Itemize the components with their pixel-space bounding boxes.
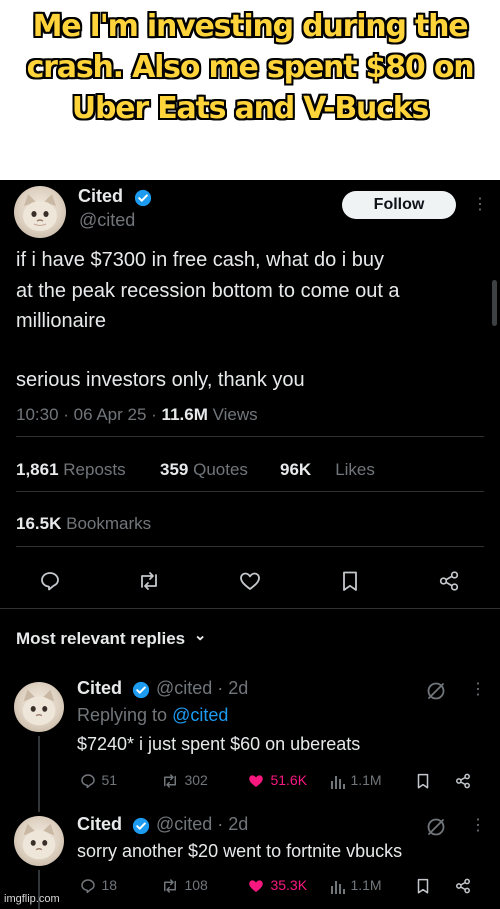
divider — [16, 436, 484, 437]
views-count: 11.6M — [161, 405, 208, 424]
reply-author[interactable]: Cited — [77, 814, 122, 835]
replying-to-label: Replying to — [77, 705, 173, 725]
views-count-button[interactable]: 1.1M — [330, 772, 382, 790]
grok-icon[interactable] — [425, 680, 447, 702]
more-options-icon[interactable]: ⋮ — [470, 682, 486, 698]
more-options-icon[interactable]: ⋮ — [472, 197, 488, 213]
verified-badge-icon — [132, 681, 150, 704]
author-avatar[interactable] — [14, 186, 66, 238]
divider — [0, 608, 500, 609]
views-count: 1.1M — [350, 772, 382, 789]
likes-label: Likes — [335, 460, 375, 479]
post-text-line-3: millionaire — [16, 310, 107, 332]
bookmark-icon[interactable] — [414, 772, 432, 790]
repost-count: 108 — [184, 877, 208, 894]
imgflip-watermark: imgflip.com — [4, 893, 60, 905]
bookmark-icon[interactable] — [414, 877, 432, 895]
post-text-line-1: if i have $7300 in free cash, what do i … — [16, 249, 385, 271]
tweet-screenshot: Cited @cited Follow ⋮ if i have $7300 in… — [0, 180, 500, 909]
reply-text: sorry another $20 went to fortnite vbuck… — [77, 841, 403, 861]
bookmarks-label: Bookmarks — [66, 514, 152, 533]
repost-count: 302 — [184, 772, 208, 789]
repost-count-button[interactable]: 302 — [160, 772, 208, 790]
follow-button[interactable]: Follow — [342, 191, 456, 219]
quotes-label: Quotes — [193, 460, 248, 479]
verified-badge-icon — [134, 189, 152, 212]
reply-icon[interactable] — [38, 569, 62, 593]
verified-badge-icon — [132, 817, 150, 840]
reposts-stat[interactable]: 1,861 Reposts — [16, 460, 126, 480]
chevron-down-icon: ⌄ — [193, 627, 207, 644]
quotes-count: 359 — [160, 460, 189, 479]
reply-avatar[interactable] — [14, 816, 64, 866]
reply-avatar[interactable] — [14, 682, 64, 732]
reply-count-button[interactable]: 18 — [79, 877, 117, 895]
views-label: Views — [207, 405, 258, 424]
divider — [16, 546, 484, 547]
share-icon[interactable] — [437, 569, 461, 593]
views-count-button[interactable]: 1.1M — [330, 877, 382, 895]
like-count: 51.6K — [270, 772, 308, 789]
replying-to-handle[interactable]: @cited — [172, 705, 228, 725]
author-name[interactable]: Cited — [78, 186, 123, 207]
reply-handle-time[interactable]: @cited · 2d — [156, 678, 248, 699]
repost-icon[interactable] — [136, 569, 162, 593]
reply-count: 51 — [101, 772, 118, 789]
meme-caption: Me I'm investing during the crash. Also … — [26, 9, 475, 126]
reply-count-button[interactable]: 51 — [79, 772, 117, 790]
thread-line — [38, 736, 40, 812]
views-count: 1.1M — [350, 877, 382, 894]
post-text-line-4: serious investors only, thank you — [16, 369, 305, 391]
meme-caption-area: Me I'm investing during the crash. Also … — [0, 0, 500, 180]
more-options-icon[interactable]: ⋮ — [470, 818, 486, 834]
replies-header-label: Most relevant replies — [16, 629, 186, 648]
quotes-stat[interactable]: 359 Quotes — [160, 460, 248, 480]
divider — [16, 491, 484, 492]
share-icon[interactable] — [454, 877, 472, 895]
post-text-line-2: at the peak recession bottom to come out… — [16, 280, 400, 302]
replies-sort-dropdown[interactable]: Most relevant replies ⌄ — [16, 627, 207, 649]
reposts-count: 1,861 — [16, 460, 59, 479]
post-meta: 10:30 · 06 Apr 25 · 11.6M Views — [16, 405, 258, 425]
reply-handle-time[interactable]: @cited · 2d — [156, 814, 248, 835]
author-handle[interactable]: @cited — [79, 210, 135, 231]
post-timestamp[interactable]: 10:30 · 06 Apr 25 · — [16, 405, 162, 424]
likes-count: 96K — [280, 460, 312, 479]
share-icon[interactable] — [454, 772, 472, 790]
reply-count: 18 — [101, 877, 118, 894]
like-count: 35.3K — [270, 877, 308, 894]
bookmarks-stat[interactable]: 16.5K Bookmarks — [16, 514, 151, 534]
grok-icon[interactable] — [425, 816, 447, 838]
like-count-button[interactable]: 35.3K — [246, 877, 307, 895]
like-count-button[interactable]: 51.6K — [246, 772, 307, 790]
likes-stat[interactable]: 96K Likes — [280, 460, 375, 480]
replying-to: Replying to @cited — [77, 705, 228, 726]
bookmarks-count: 16.5K — [16, 514, 62, 533]
reply-text: $7240* i just spent $60 on ubereats — [77, 734, 361, 754]
reposts-label: Reposts — [63, 460, 126, 479]
scrollbar[interactable] — [492, 280, 497, 326]
repost-count-button[interactable]: 108 — [160, 877, 208, 895]
bookmark-icon[interactable] — [338, 569, 362, 593]
reply-author[interactable]: Cited — [77, 678, 122, 699]
like-icon[interactable] — [238, 569, 262, 593]
